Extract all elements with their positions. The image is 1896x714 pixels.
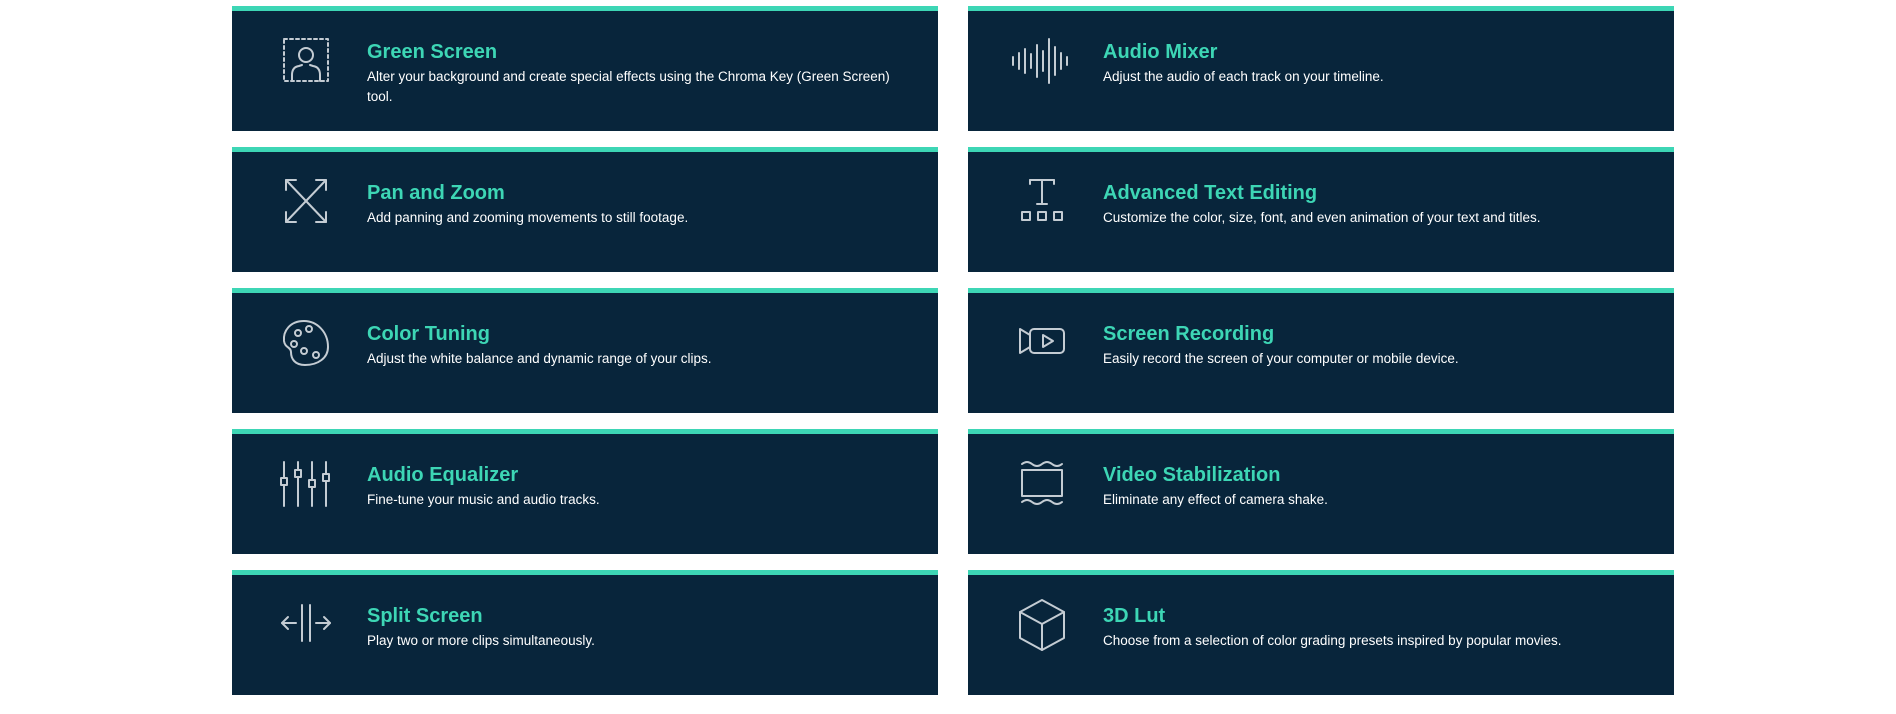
stabilization-icon [1016, 458, 1068, 510]
feature-description: Alter your background and create special… [367, 69, 890, 104]
feature-description: Eliminate any effect of camera shake. [1103, 492, 1328, 507]
feature-card-audio-equalizer[interactable]: Audio Equalizer Fine-tune your music and… [232, 429, 938, 554]
feature-description: Adjust the white balance and dynamic ran… [367, 351, 712, 366]
feature-title: Split Screen [367, 605, 483, 627]
feature-description: Adjust the audio of each track on your t… [1103, 69, 1384, 84]
equalizer-icon [280, 458, 332, 510]
feature-title: Green Screen [367, 41, 498, 63]
feature-description: Play two or more clips simultaneously. [367, 633, 595, 648]
feature-description: Easily record the screen of your compute… [1103, 351, 1459, 366]
text-editing-icon [1016, 176, 1068, 228]
feature-title: 3D Lut [1103, 605, 1166, 627]
feature-card-green-screen[interactable]: Green Screen Alter your background and c… [232, 6, 938, 131]
feature-title: Pan and Zoom [367, 182, 505, 204]
feature-card-video-stabilization[interactable]: Video Stabilization Eliminate any effect… [968, 429, 1674, 554]
feature-title: Color Tuning [367, 323, 490, 345]
feature-card-audio-mixer[interactable]: Audio Mixer Adjust the audio of each tra… [968, 6, 1674, 131]
feature-card-color-tuning[interactable]: Color Tuning Adjust the white balance an… [232, 288, 938, 413]
feature-description: Customize the color, size, font, and eve… [1103, 210, 1541, 225]
palette-icon [280, 317, 332, 369]
feature-grid: Green Screen Alter your background and c… [232, 6, 1674, 695]
feature-card-3d-lut[interactable]: 3D Lut Choose from a selection of color … [968, 570, 1674, 695]
feature-title: Advanced Text Editing [1103, 182, 1318, 204]
feature-title: Video Stabilization [1103, 464, 1281, 486]
feature-title: Audio Mixer [1103, 41, 1218, 63]
feature-card-advanced-text-editing[interactable]: Advanced Text Editing Customize the colo… [968, 147, 1674, 272]
feature-title: Screen Recording [1103, 323, 1275, 345]
feature-title: Audio Equalizer [367, 464, 519, 486]
split-screen-icon [280, 599, 332, 651]
feature-card-split-screen[interactable]: Split Screen Play two or more clips simu… [232, 570, 938, 695]
feature-description: Add panning and zooming movements to sti… [367, 210, 689, 225]
feature-card-pan-and-zoom[interactable]: Pan and Zoom Add panning and zooming mov… [232, 147, 938, 272]
pan-zoom-icon [280, 176, 332, 228]
feature-description: Choose from a selection of color grading… [1103, 633, 1562, 648]
audio-mixer-icon [1012, 35, 1068, 87]
3d-lut-cube-icon [1016, 599, 1068, 651]
screen-recording-icon [1016, 317, 1068, 369]
green-screen-icon [280, 35, 332, 87]
feature-description: Fine-tune your music and audio tracks. [367, 492, 600, 507]
feature-card-screen-recording[interactable]: Screen Recording Easily record the scree… [968, 288, 1674, 413]
